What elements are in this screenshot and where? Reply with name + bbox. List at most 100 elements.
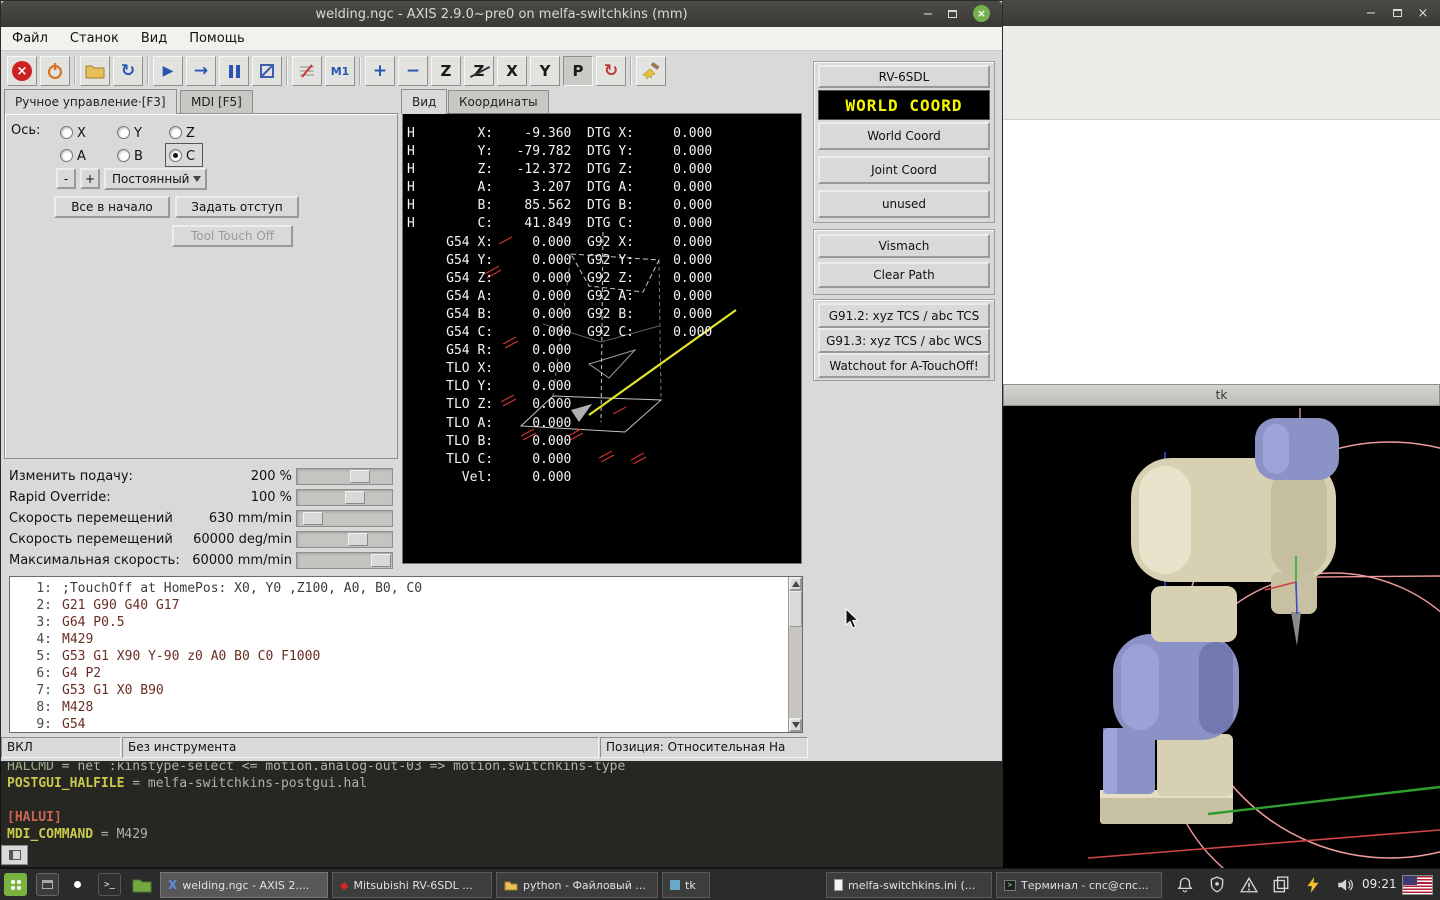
clipboard-icon[interactable]	[1272, 876, 1290, 894]
zoom-out-button[interactable]: −	[398, 56, 428, 86]
pause-button[interactable]	[219, 56, 249, 86]
restore-icon[interactable]	[1387, 5, 1407, 21]
z-view-button[interactable]: Z	[431, 56, 461, 86]
menu-help[interactable]: Помощь	[178, 31, 255, 46]
tab-mdi[interactable]: MDI [F5]	[180, 90, 253, 113]
unused-button[interactable]: unused	[818, 190, 990, 218]
open-file-button[interactable]	[80, 56, 110, 86]
scroll-up-button[interactable]	[789, 577, 802, 591]
gcode-line[interactable]: 5: G53 G1 X90 Y-90 z0 A0 B0 C0 F1000	[10, 649, 788, 666]
gcode-line[interactable]: 1: ;TouchOff at HomePos: X0, Y0 ,Z100, A0…	[10, 581, 788, 598]
minimize-icon[interactable]: −	[918, 6, 938, 22]
tab-dro[interactable]: Координаты	[448, 90, 549, 113]
gcode-text[interactable]: 1: ;TouchOff at HomePos: X0, Y0 ,Z100, A0…	[10, 577, 788, 732]
preview-canvas[interactable]: H X: -9.360 DTG X: 0.000 H Y: -79.782 DT…	[402, 113, 802, 564]
slider-handle[interactable]	[303, 512, 323, 525]
vismach-titlebar[interactable]: tk	[1003, 384, 1440, 406]
angular-jog-speed-slider[interactable]	[296, 531, 393, 548]
warning-icon[interactable]	[1240, 876, 1258, 894]
feed-override-slider[interactable]	[296, 468, 393, 485]
stop-button[interactable]	[252, 56, 282, 86]
power-bolt-icon[interactable]	[1304, 876, 1322, 894]
gcode-line[interactable]: 9: G54	[10, 717, 788, 732]
zoom-in-button[interactable]: +	[365, 56, 395, 86]
taskbar-item-mitsubishi[interactable]: ◆ Mitsubishi RV-6SDL ...	[332, 872, 492, 898]
reload-button[interactable]: ↻	[113, 56, 143, 86]
machine-power-button[interactable]	[40, 56, 70, 86]
axis-b-radio[interactable]: B	[117, 145, 143, 164]
touch-off-button[interactable]: Задать отступ	[175, 196, 299, 218]
skip-lines-button[interactable]	[292, 56, 322, 86]
g913-mode-button[interactable]: G91.3: xyz TCS / abc WCS	[818, 328, 990, 353]
shield-icon[interactable]	[1208, 876, 1226, 894]
g912-mode-button[interactable]: G91.2: xyz TCS / abc TCS	[818, 303, 990, 328]
run-step-button[interactable]: →	[186, 56, 216, 86]
jog-speed-slider[interactable]	[296, 510, 393, 527]
axis-titlebar[interactable]: welding.ngc - AXIS 2.9.0~pre0 on melfa-s…	[1, 1, 1002, 27]
taskbar-item-axis[interactable]: X welding.ngc - AXIS 2....	[160, 872, 328, 898]
background-window-titlebar[interactable]: − ×	[1003, 0, 1440, 26]
slider-handle[interactable]	[345, 491, 365, 504]
mini-window[interactable]	[1, 845, 28, 865]
slider-handle[interactable]	[371, 554, 391, 567]
watchout-button[interactable]: Watchout for A-TouchOff!	[818, 353, 990, 378]
clear-path-button[interactable]: Clear Path	[818, 262, 990, 288]
joint-coord-button[interactable]: Joint Coord	[818, 156, 990, 184]
taskbar-item-files[interactable]: python - Файловый ...	[496, 872, 658, 898]
taskbar-item-tk[interactable]: tk	[662, 872, 710, 898]
taskbar-item-terminal[interactable]: > Терминал - cnc@cnc...	[996, 872, 1162, 898]
taskbar-item-ini[interactable]: melfa-switchkins.ini (...	[826, 872, 992, 898]
close-icon[interactable]: ×	[973, 5, 990, 22]
gcode-line[interactable]: 7: G53 G1 X0 B90	[10, 683, 788, 700]
orange-app-icon[interactable]	[66, 873, 89, 896]
scrollbar-thumb[interactable]	[789, 591, 802, 627]
keyboard-layout-flag[interactable]	[1402, 875, 1433, 895]
menu-view[interactable]: Вид	[130, 31, 178, 46]
gcode-line[interactable]: 4: M429	[10, 632, 788, 649]
menu-launcher-icon[interactable]	[4, 873, 27, 896]
restore-icon[interactable]	[942, 6, 962, 22]
volume-icon[interactable]	[1336, 876, 1354, 894]
jog-minus-button[interactable]: -	[56, 168, 76, 189]
rotate-view-button[interactable]: ↻	[596, 56, 626, 86]
axis-c-radio[interactable]: C	[165, 143, 204, 167]
vismach-button[interactable]: Vismach	[818, 234, 990, 258]
show-desktop-icon[interactable]	[36, 873, 59, 896]
tool-touch-off-button[interactable]: Tool Touch Off	[172, 225, 293, 247]
close-icon[interactable]: ×	[1413, 5, 1433, 21]
slider-handle[interactable]	[348, 533, 368, 546]
menu-machine[interactable]: Станок	[59, 31, 130, 46]
rapid-override-slider[interactable]	[296, 489, 393, 506]
x-view-button[interactable]: X	[497, 56, 527, 86]
perspective-view-button[interactable]: P	[563, 56, 593, 86]
gcode-line[interactable]: 8: M428	[10, 700, 788, 717]
z-back-view-button[interactable]: Z	[464, 56, 494, 86]
run-button[interactable]: ▶	[153, 56, 183, 86]
scroll-down-button[interactable]	[789, 718, 802, 732]
slider-handle[interactable]	[350, 470, 370, 483]
axis-z-radio[interactable]: Z	[169, 122, 195, 141]
gcode-line[interactable]: 3: G64 P0.5	[10, 615, 788, 632]
menu-file[interactable]: Файл	[1, 31, 59, 46]
estop-button[interactable]: ×	[7, 56, 37, 86]
terminal-launcher-icon[interactable]: >_	[98, 873, 121, 896]
axis-a-radio[interactable]: A	[60, 145, 86, 164]
files-launcher-icon[interactable]	[130, 873, 153, 896]
clock[interactable]: 09:21	[1362, 877, 1397, 891]
jog-mode-dropdown[interactable]: Постоянный	[104, 168, 207, 190]
gcode-line[interactable]: 6: G4 P2	[10, 666, 788, 683]
minimize-icon[interactable]: −	[1361, 5, 1381, 21]
gcode-scrollbar[interactable]	[788, 577, 802, 732]
tab-preview[interactable]: Вид	[401, 89, 448, 114]
tab-manual-control[interactable]: Ручное управление·[F3]	[4, 89, 177, 114]
jog-plus-button[interactable]: +	[80, 168, 100, 189]
max-velocity-slider[interactable]	[296, 552, 393, 569]
y-view-button[interactable]: Y	[530, 56, 560, 86]
robot-model-button[interactable]: RV-6SDL	[818, 65, 990, 88]
gcode-line[interactable]: 2: G21 G90 G40 G17	[10, 598, 788, 615]
vismach-canvas[interactable]	[1003, 406, 1440, 900]
clear-plot-button[interactable]	[636, 56, 666, 86]
bell-icon[interactable]	[1176, 876, 1194, 894]
axis-x-radio[interactable]: X	[60, 122, 86, 141]
axis-y-radio[interactable]: Y	[117, 122, 142, 141]
